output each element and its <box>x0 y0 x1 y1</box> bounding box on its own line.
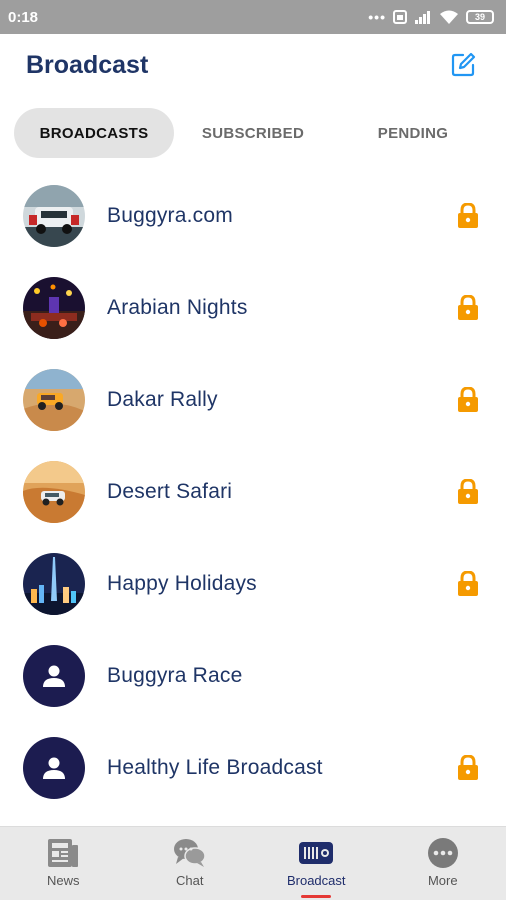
avatar <box>23 645 85 707</box>
page-title: Broadcast <box>26 50 149 79</box>
list-item[interactable]: Dakar Rally <box>0 354 506 446</box>
list-item[interactable]: Healthy Life Broadcast <box>0 722 506 814</box>
signal-icon <box>414 10 432 24</box>
nav-label: Broadcast <box>286 873 346 888</box>
sim-icon <box>393 10 407 24</box>
tab-bar: BROADCASTS SUBSCRIBED PENDING <box>14 108 494 158</box>
avatar <box>23 553 85 615</box>
broadcast-name: Buggyra Race <box>107 664 243 687</box>
broadcast-name: Arabian Nights <box>107 296 248 319</box>
lock-icon <box>458 755 478 780</box>
nav-broadcast[interactable]: Broadcast <box>253 827 380 900</box>
broadcast-name: Happy Holidays <box>107 572 257 595</box>
list-item[interactable]: Happy Holidays <box>0 538 506 630</box>
compose-button[interactable] <box>448 50 478 80</box>
avatar <box>23 369 85 431</box>
list-item[interactable]: Buggyra Race <box>0 630 506 722</box>
broadcast-name: Buggyra.com <box>107 204 233 227</box>
lock-icon <box>458 387 478 412</box>
app-header: Broadcast <box>0 34 506 96</box>
list-item[interactable]: Buggyra.com <box>0 170 506 262</box>
nav-more[interactable]: More <box>380 827 506 900</box>
tab-pending[interactable]: PENDING <box>332 108 494 158</box>
person-icon <box>43 757 65 779</box>
news-icon <box>48 839 79 867</box>
status-time: 0:18 <box>8 8 39 26</box>
broadcast-name: Healthy Life Broadcast <box>107 756 323 779</box>
battery-level: 39 <box>474 12 485 22</box>
list-item[interactable]: Desert Safari <box>0 446 506 538</box>
active-tab-indicator <box>301 895 332 898</box>
avatar <box>23 737 85 799</box>
tab-broadcasts[interactable]: BROADCASTS <box>14 108 174 158</box>
broadcast-name: Desert Safari <box>107 480 233 503</box>
avatar <box>23 461 85 523</box>
more-icon <box>427 838 458 868</box>
more-dots-icon: ••• <box>368 9 386 25</box>
bottom-nav: News Chat Broadcast More <box>0 826 506 900</box>
avatar <box>23 277 85 339</box>
tab-subscribed[interactable]: SUBSCRIBED <box>174 108 332 158</box>
avatar <box>23 185 85 247</box>
broadcast-name: Dakar Rally <box>107 388 218 411</box>
nav-label: Chat <box>176 873 204 888</box>
lock-icon <box>458 295 478 320</box>
nav-label: More <box>427 873 458 888</box>
broadcast-list: Buggyra.com Arabian Nights Dakar Rally D… <box>0 170 506 814</box>
lock-icon <box>458 479 478 504</box>
list-item[interactable]: Arabian Nights <box>0 262 506 354</box>
status-bar: 0:18 ••• 39 <box>0 0 506 34</box>
status-icons: ••• 39 <box>368 9 494 25</box>
wifi-icon <box>439 10 459 25</box>
lock-icon <box>458 203 478 228</box>
radio-icon <box>299 842 334 864</box>
person-icon <box>43 665 65 687</box>
nav-chat[interactable]: Chat <box>127 827 254 900</box>
lock-icon <box>458 571 478 596</box>
chat-icon <box>173 839 206 867</box>
nav-label: News <box>46 873 80 888</box>
battery-icon: 39 <box>466 10 494 24</box>
nav-news[interactable]: News <box>0 827 127 900</box>
compose-icon <box>451 52 476 77</box>
